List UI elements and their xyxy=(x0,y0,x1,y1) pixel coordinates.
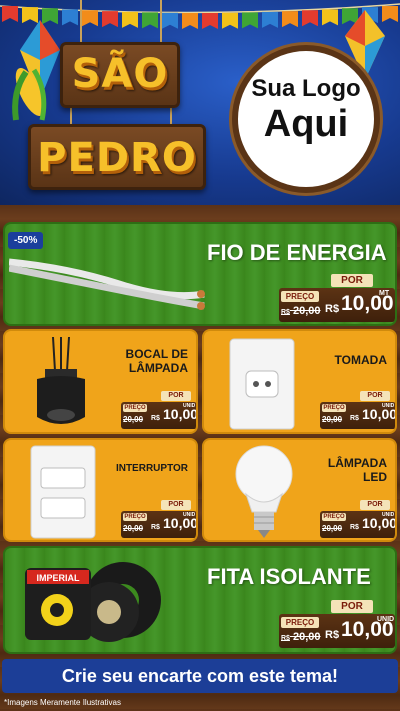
tape-image: IMPERIAL xyxy=(25,562,161,642)
product-title: TOMADA xyxy=(334,353,387,367)
old-currency: R$ xyxy=(281,309,290,316)
price-unit: UNID xyxy=(377,616,395,623)
old-value: 20,00 xyxy=(322,524,343,533)
header-panel: SÃO PEDRO Sua Logo Aqui xyxy=(0,0,400,205)
product-title: LÂMPADA LED xyxy=(327,456,387,484)
old-value: 20,00 xyxy=(123,524,144,533)
rope xyxy=(80,0,82,44)
bunting-flag xyxy=(222,12,238,29)
outlet-image xyxy=(229,338,295,430)
title-sign-bottom: PEDRO xyxy=(28,124,206,190)
product-card-fio: FIO DE ENERGIA POR PREÇO R$ 20,00 R$ 10,… xyxy=(3,222,397,326)
por-label: POR xyxy=(360,391,390,401)
price-body: PREÇO 20,00 R$ 10,00 UNID xyxy=(121,402,196,429)
bunting-flag xyxy=(202,12,218,29)
preco-label: PREÇO xyxy=(322,513,346,521)
bunting-flag xyxy=(242,12,258,29)
old-price: 20,00 xyxy=(322,524,342,533)
price-body: PREÇO R$ 20,00 R$ 10,00 UNID xyxy=(279,614,395,648)
product-title: FITA ISOLANTE xyxy=(207,564,371,589)
product-card-interruptor: INTERRUPTOR POR PREÇO 20,00 R$ 10,00 UNI… xyxy=(3,438,198,542)
bunting-flag xyxy=(162,12,178,29)
flag-bunting xyxy=(0,3,400,29)
price-unit: UNID xyxy=(382,512,395,518)
preco-label: PREÇO xyxy=(281,291,319,302)
price-currency: R$ xyxy=(151,415,160,422)
preco-label: PREÇO xyxy=(123,404,147,412)
por-label: POR xyxy=(331,600,373,613)
price-body: PREÇO R$ 20,00 R$ 10,00 MT xyxy=(279,288,395,322)
product-card-bocal: BOCAL DE LÂMPADA POR PREÇO 20,00 R$ 10,0… xyxy=(3,329,198,434)
preco-label: PREÇO xyxy=(281,617,319,628)
old-price: 20,00 xyxy=(123,524,143,533)
switch-image xyxy=(30,445,96,539)
old-price: R$ 20,00 xyxy=(281,631,321,643)
preco-label: PREÇO xyxy=(322,404,346,412)
rope xyxy=(160,0,162,44)
old-currency: R$ xyxy=(281,635,290,642)
bunting-flag xyxy=(182,12,198,29)
price-unit: MT xyxy=(379,290,390,297)
price-tag: POR PREÇO 20,00 R$ 10,00 UNID xyxy=(121,391,196,431)
price-tag: POR PREÇO R$ 20,00 R$ 10,00 UNID xyxy=(279,600,395,650)
corn-icon xyxy=(12,68,47,121)
tape-brand: IMPERIAL xyxy=(36,573,80,583)
old-value: 20,00 xyxy=(293,631,321,643)
cable-image xyxy=(9,258,205,310)
title-line1: SÃO xyxy=(71,51,169,97)
logo-line2: Aqui xyxy=(263,103,349,145)
old-value: 20,00 xyxy=(293,305,321,317)
price-tag: POR PREÇO 20,00 R$ 10,00 UNID xyxy=(320,500,395,540)
bunting-flag xyxy=(62,9,78,26)
product-card-fita: IMPERIAL FITA ISOLANTE POR PREÇO R$ 20,0… xyxy=(3,546,397,654)
price-unit: UNID xyxy=(382,403,395,409)
bunting-flag xyxy=(262,11,278,28)
price-tag: POR PREÇO 20,00 R$ 10,00 UNID xyxy=(320,391,395,431)
price-tag: POR PREÇO R$ 20,00 R$ 10,00 MT xyxy=(279,274,395,324)
led-bulb-image xyxy=(235,445,293,538)
price-currency: R$ xyxy=(350,524,359,531)
price-tag: POR PREÇO 20,00 R$ 10,00 UNID xyxy=(121,500,196,540)
cta-banner[interactable]: Crie seu encarte com este tema! xyxy=(2,659,398,693)
price-body: PREÇO 20,00 R$ 10,00 UNID xyxy=(320,402,395,429)
logo-line1: Sua Logo xyxy=(251,75,361,102)
price-currency: R$ xyxy=(350,415,359,422)
title-line2: PEDRO xyxy=(37,135,197,181)
bunting-flag xyxy=(282,11,298,28)
old-price: 20,00 xyxy=(322,415,342,424)
bunting-flag xyxy=(122,11,138,28)
price-unit: UNID xyxy=(183,512,196,518)
price-unit: UNID xyxy=(183,403,196,409)
title-sign-top: SÃO xyxy=(60,42,180,108)
por-label: POR xyxy=(331,274,373,287)
por-label: POR xyxy=(360,500,390,510)
discount-badge: -50% xyxy=(8,232,44,249)
preco-label: PREÇO xyxy=(123,513,147,521)
footnote: *Imagens Meramente Ilustrativas xyxy=(4,698,121,707)
bunting-flag xyxy=(102,11,118,28)
price-body: PREÇO 20,00 R$ 10,00 UNID xyxy=(121,511,196,538)
product-title: INTERRUPTOR xyxy=(115,463,188,474)
price-body: PREÇO 20,00 R$ 10,00 UNID xyxy=(320,511,395,538)
bunting-flag xyxy=(322,9,338,26)
product-title: BOCAL DE LÂMPADA xyxy=(125,347,188,375)
old-price: R$ 20,00 xyxy=(281,305,321,317)
por-label: POR xyxy=(161,500,191,510)
bunting-flag xyxy=(142,12,158,29)
old-price: 20,00 xyxy=(123,415,143,424)
price-currency: R$ xyxy=(151,524,160,531)
price-currency: R$ xyxy=(325,629,340,641)
product-card-lampada: LÂMPADA LED POR PREÇO 20,00 R$ 10,00 UNI… xyxy=(202,438,397,542)
bunting-flag xyxy=(302,10,318,27)
por-label: POR xyxy=(161,391,191,401)
bunting-flag xyxy=(2,6,18,22)
product-title: FIO DE ENERGIA xyxy=(207,240,387,265)
price-currency: R$ xyxy=(325,303,340,315)
product-card-tomada: TOMADA POR PREÇO 20,00 R$ 10,00 UNID xyxy=(202,329,397,434)
logo-placeholder: Sua Logo Aqui xyxy=(232,45,380,193)
old-value: 20,00 xyxy=(322,415,343,424)
old-value: 20,00 xyxy=(123,415,144,424)
bunting-flag xyxy=(82,10,98,27)
lamp-socket-image xyxy=(37,337,85,424)
